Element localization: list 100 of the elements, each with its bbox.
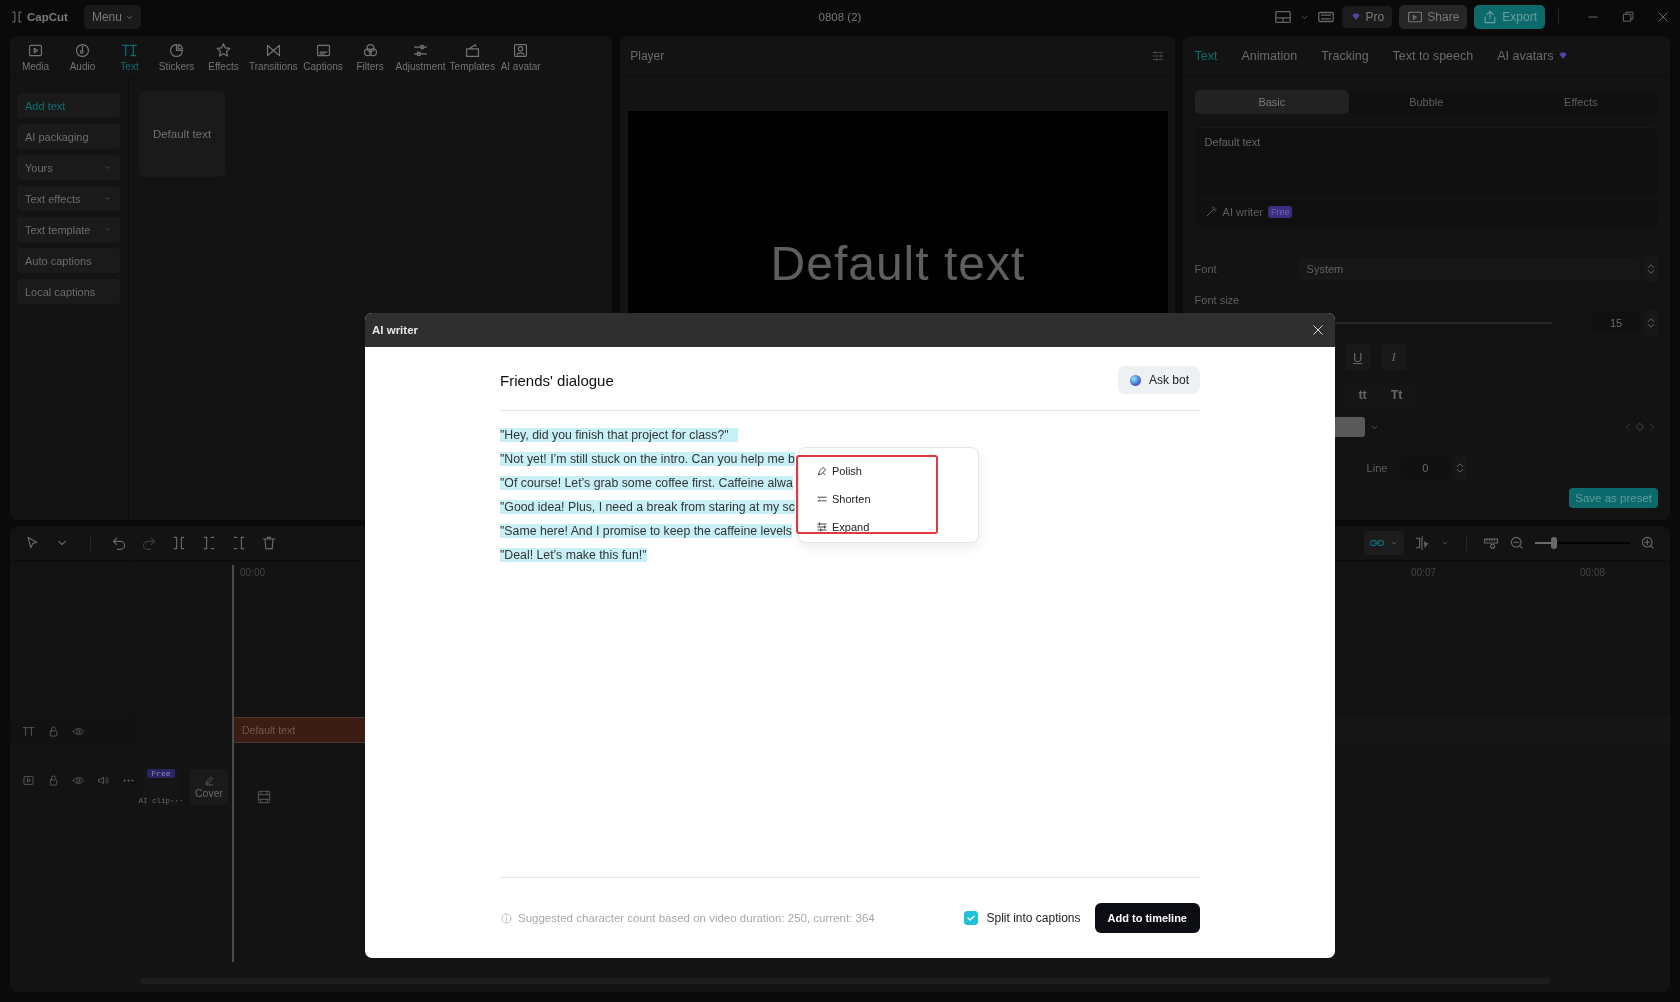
sidebar-item[interactable]: Text template (17, 217, 120, 242)
ruler-icon[interactable] (1483, 535, 1499, 551)
text-value: Default text (1194, 136, 1658, 199)
pencil-icon (203, 775, 215, 786)
selection-icon[interactable] (1414, 535, 1430, 551)
export-button[interactable]: Export (1474, 5, 1545, 29)
expand-icon (816, 521, 828, 533)
text-icon (121, 42, 138, 59)
stepper-icon[interactable] (1453, 455, 1468, 481)
preview-text: Default text (770, 236, 1026, 291)
sidebar-item[interactable]: Yours (17, 155, 120, 180)
sidebar-item[interactable]: Local captions (17, 279, 120, 304)
zoom-out-icon[interactable] (1509, 535, 1525, 551)
sub-tab[interactable]: Basic (1194, 90, 1350, 114)
polish-icon (816, 465, 828, 477)
info-icon (500, 911, 513, 925)
ask-bot-button[interactable]: Ask bot (1117, 366, 1200, 394)
lock-icon[interactable] (47, 773, 60, 787)
share-button[interactable]: Share (1399, 5, 1468, 29)
toolbar-tab[interactable]: Effects (200, 42, 247, 72)
restore-icon[interactable] (1621, 10, 1635, 24)
toolbar-tab[interactable]: Filters (346, 42, 394, 72)
slider-thumb[interactable] (1551, 537, 1557, 549)
add-to-timeline-button[interactable]: Add to timeline (1094, 903, 1200, 933)
field-label: Font (1194, 263, 1218, 275)
sidebar-item[interactable]: AI packaging (17, 124, 120, 149)
split-icon[interactable] (171, 535, 187, 551)
inspector-tab[interactable]: AI avatars (1497, 49, 1570, 63)
toolbar-tab[interactable]: Templates (447, 42, 498, 72)
inspector-tab[interactable]: Text (1194, 49, 1218, 63)
zoom-in-icon[interactable] (1640, 535, 1656, 551)
app-logo: CapCut (27, 11, 68, 23)
toolbar-tab[interactable]: Adjustment (393, 42, 448, 72)
toolbar-tab[interactable]: Stickers (153, 42, 200, 72)
case-button[interactable]: Tt (1382, 383, 1411, 407)
text-preset-card[interactable]: Default text (139, 91, 225, 177)
close-icon[interactable] (1311, 323, 1325, 337)
link-toggle[interactable] (1364, 531, 1404, 555)
avatar-icon (512, 42, 530, 59)
adjustment-icon (412, 42, 430, 59)
menu-item[interactable]: Polish (816, 457, 936, 485)
menu-button[interactable]: Menu (83, 5, 141, 29)
sub-tab[interactable]: Bubble (1349, 90, 1504, 114)
undo-icon[interactable] (111, 535, 127, 551)
case-button[interactable]: tt (1348, 383, 1377, 407)
caret-icon (103, 194, 112, 203)
toolbar-tab[interactable]: Audio (59, 42, 106, 72)
captions-icon (314, 42, 332, 59)
text-track-icon (22, 724, 35, 738)
toolbar-tab[interactable]: Media (12, 42, 59, 72)
toolbar-tab[interactable]: AI avatar (497, 42, 545, 72)
panel-title: Player (630, 49, 665, 63)
dialog-heading: Friends' dialogue (500, 371, 614, 389)
cursor-icon[interactable] (24, 535, 40, 551)
checkbox-label[interactable]: Split into captions (986, 911, 1081, 925)
layout-icon[interactable] (1273, 8, 1292, 26)
wand-icon (1204, 205, 1218, 218)
audio-icon (74, 42, 91, 59)
sidebar-item[interactable]: Auto captions (17, 248, 120, 273)
menu-item[interactable]: Expand (816, 513, 936, 541)
media-icon (27, 42, 44, 59)
underline-button[interactable]: U (1344, 344, 1371, 370)
caret-icon (103, 225, 112, 234)
inspector-tab[interactable]: Text to speech (1392, 49, 1474, 63)
delete-icon[interactable] (261, 535, 277, 551)
save-preset-button[interactable]: Save as preset (1569, 488, 1658, 508)
ai-writer-link[interactable]: AI writer (1222, 205, 1263, 218)
film-icon (256, 789, 272, 805)
italic-button[interactable]: I (1380, 344, 1407, 370)
sidebar-item[interactable]: Text effects (17, 186, 120, 211)
menu-icon[interactable] (1150, 49, 1165, 63)
inspector-tab[interactable]: Tracking (1321, 49, 1369, 63)
stepper-icon[interactable] (1644, 310, 1658, 336)
toolbar-tab[interactable]: Transitions (247, 42, 300, 72)
video-track-icon (22, 773, 35, 787)
toolbar-tab[interactable]: Text (106, 42, 153, 72)
pro-button[interactable]: Pro (1341, 6, 1393, 28)
font-dropdown[interactable]: System (1298, 258, 1640, 280)
bot-icon (1129, 374, 1141, 386)
logo-icon (10, 10, 24, 24)
redo-icon[interactable] (141, 535, 157, 551)
sidebar-item[interactable]: Add text (17, 93, 120, 118)
project-title: 0808 (2) (818, 11, 862, 23)
menu-item[interactable]: Shorten (816, 485, 936, 513)
toolbar-tab[interactable]: Captions (299, 42, 347, 72)
split-left-icon[interactable] (201, 535, 217, 551)
lock-icon[interactable] (47, 724, 60, 738)
sub-tab[interactable]: Effects (1503, 90, 1658, 114)
dialog-title: AI writer (372, 324, 418, 336)
share-icon (1407, 9, 1424, 25)
color-swatch[interactable] (1334, 417, 1365, 437)
transitions-icon (264, 42, 282, 59)
checkbox[interactable] (964, 911, 979, 925)
cover-button[interactable]: Cover (190, 769, 228, 805)
field-label: Font size (1194, 294, 1241, 306)
inspector-tab[interactable]: Animation (1241, 49, 1298, 63)
split-right-icon[interactable] (231, 535, 247, 551)
effects-icon (215, 42, 232, 59)
keyframe-icon[interactable] (1634, 421, 1646, 433)
stepper-icon[interactable] (1644, 256, 1658, 282)
